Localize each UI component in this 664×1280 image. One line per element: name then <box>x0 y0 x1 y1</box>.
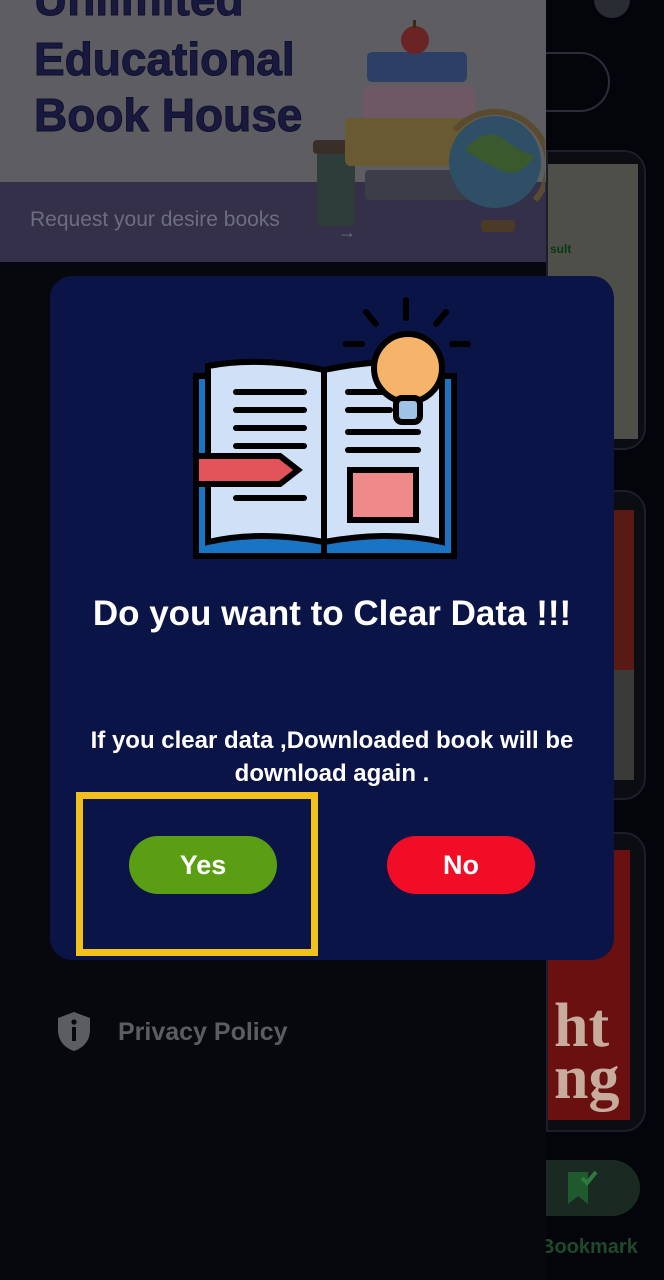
yes-button[interactable]: Yes <box>129 836 277 894</box>
clear-data-dialog: Do you want to Clear Data !!! If you cle… <box>50 276 614 960</box>
no-button[interactable]: No <box>387 836 535 894</box>
books-globe-illustration <box>313 20 545 232</box>
book-cover-text: ht ng <box>554 992 620 1112</box>
drawer-item-privacy-policy[interactable]: Privacy Policy <box>56 1010 356 1054</box>
open-book-lightbulb-icon <box>193 297 471 559</box>
nav-bookmark-label: Bookmark <box>546 1236 638 1258</box>
banner-title-line: Unlimited <box>34 0 245 25</box>
dialog-title: Do you want to Clear Data !!! <box>92 594 572 633</box>
banner-subtitle: Request your desire books <box>30 208 280 231</box>
banner-title-line: Educational <box>34 33 296 85</box>
drawer-item-label: Privacy Policy <box>118 1018 288 1046</box>
banner-title-line: Book House <box>33 89 303 141</box>
shield-info-icon <box>58 1012 90 1051</box>
book-cover-text: sult <box>550 242 572 256</box>
drawer-banner[interactable]: Unlimited Educational Book House Request… <box>0 0 546 262</box>
dialog-message: If you clear data ,Downloaded book will … <box>90 727 574 787</box>
bookmark-check-icon <box>568 1170 598 1204</box>
